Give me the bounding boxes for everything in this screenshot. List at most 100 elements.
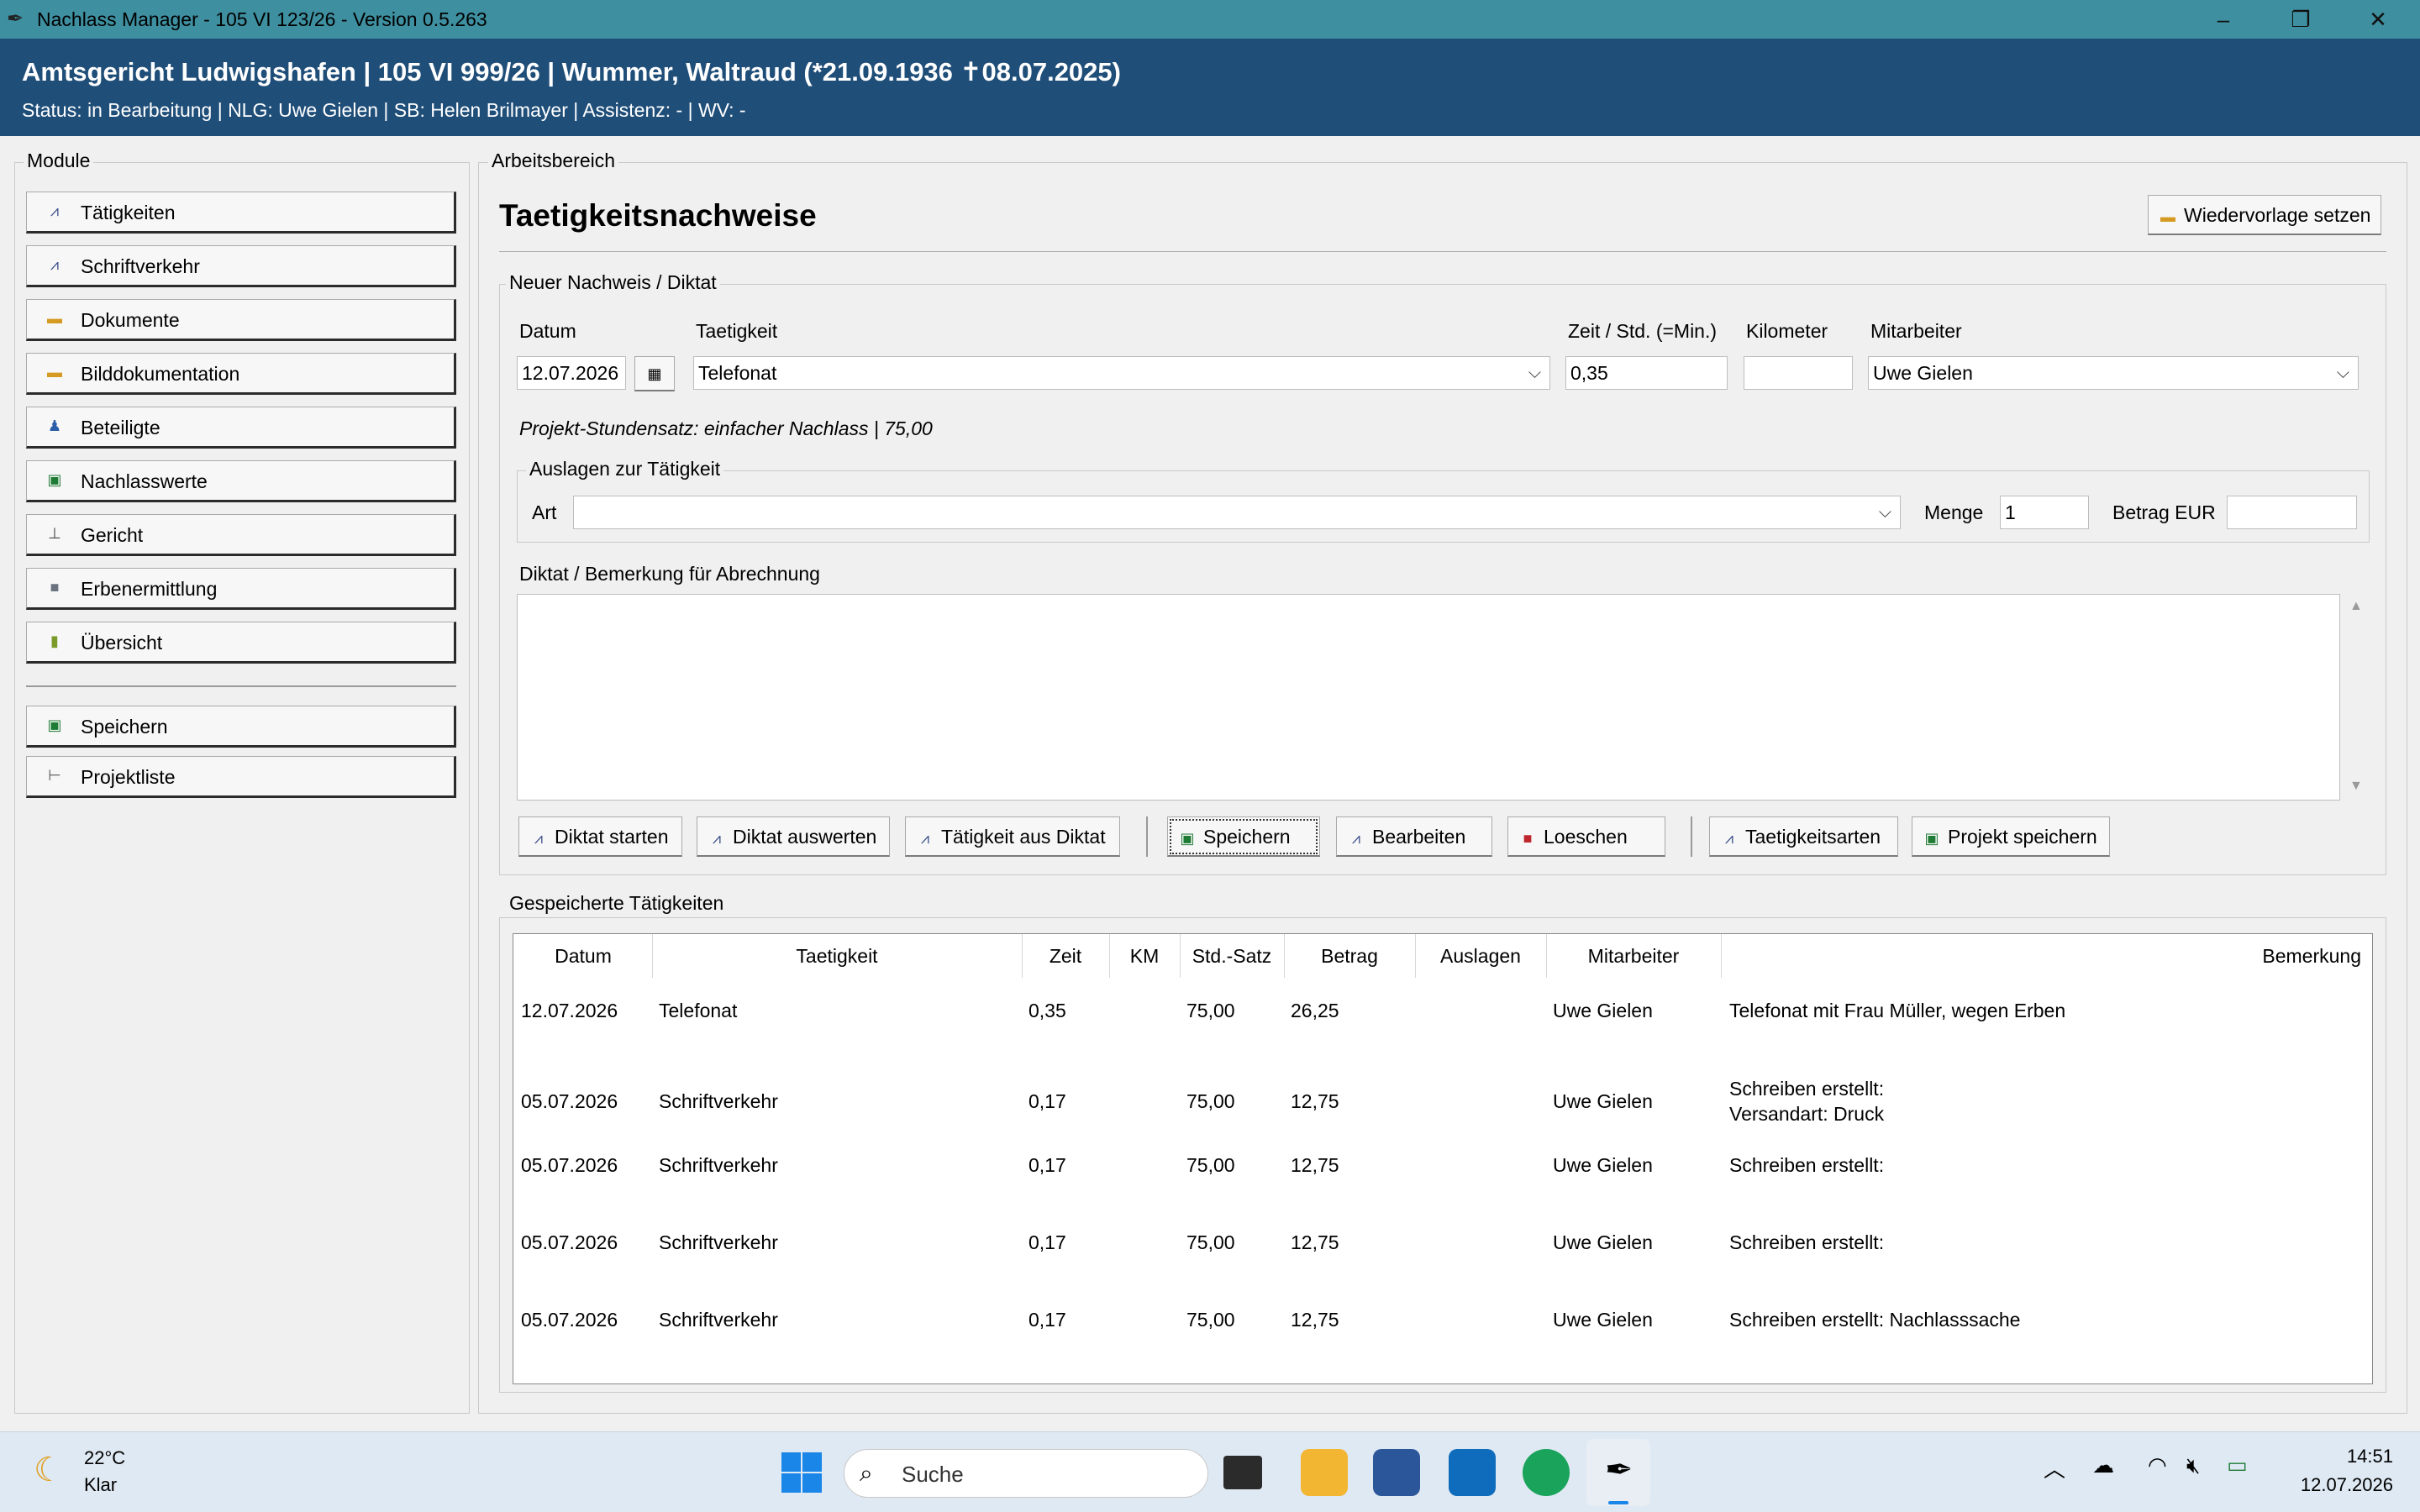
- resubmit-button[interactable]: ▬ Wiedervorlage setzen: [2148, 195, 2381, 235]
- cell-time: 0,35: [1028, 1000, 1066, 1021]
- calendar-button[interactable]: ▦: [634, 356, 675, 391]
- clock-time[interactable]: 14:51: [2339, 1446, 2393, 1467]
- quantity-field[interactable]: 1: [2000, 496, 2089, 529]
- sidebar-projectlist-button[interactable]: ⊢ Projektliste: [26, 756, 456, 798]
- activity-select[interactable]: Telefonat ⌵: [693, 356, 1550, 390]
- outlook-icon[interactable]: [1449, 1449, 1496, 1496]
- column-header-rate[interactable]: Std.-Satz: [1180, 939, 1284, 973]
- cell-rate: 75,00: [1186, 1000, 1235, 1021]
- expenses-group-label: Auslagen zur Tätigkeit: [526, 458, 724, 480]
- chevron-down-icon: ⌵: [2336, 364, 2349, 382]
- speaker-muted-icon[interactable]: 🔇︎: [2186, 1452, 2200, 1479]
- task-view-icon[interactable]: [1223, 1456, 1262, 1489]
- clock-date[interactable]: 12.07.2026: [2287, 1474, 2393, 1496]
- sidebar-item-schriftverkehr[interactable]: ⩘ Schriftverkehr: [26, 245, 456, 287]
- table-row[interactable]: [514, 1063, 2371, 1137]
- activity-from-dictation-button[interactable]: ⩘ Tätigkeit aus Diktat: [905, 816, 1120, 857]
- cloud-icon[interactable]: ☁: [2092, 1452, 2114, 1478]
- expense-type-select[interactable]: ⌵: [573, 496, 1901, 529]
- quill-icon: ✒: [1605, 1452, 1634, 1488]
- employee-select[interactable]: Uwe Gielen ⌵: [1868, 356, 2359, 390]
- close-icon[interactable]: ✕: [2339, 0, 2417, 39]
- table-row[interactable]: [514, 1141, 2371, 1215]
- court-icon: ⊥: [48, 525, 61, 542]
- edit-button[interactable]: ⩘ Bearbeiten: [1336, 816, 1492, 857]
- weather-temperature[interactable]: 22°C: [84, 1447, 125, 1469]
- sidebar-item-gericht[interactable]: ⊥ Gericht: [26, 514, 456, 556]
- modules-group-label: Module: [24, 150, 94, 172]
- square-icon: ■: [50, 579, 60, 596]
- time-field[interactable]: 0,35: [1565, 356, 1728, 390]
- saved-activities-group-label: Gespeicherte Tätigkeiten: [506, 892, 728, 915]
- scroll-up-icon[interactable]: ▲: [2349, 599, 2363, 614]
- date-field[interactable]: 12.07.2026: [517, 356, 626, 390]
- column-header-amount[interactable]: Betrag: [1284, 939, 1415, 973]
- start-dictation-button[interactable]: ⩘ Diktat starten: [518, 816, 682, 857]
- activity-types-button[interactable]: ⩘ Taetigkeitsarten: [1709, 816, 1898, 857]
- sidebar-item-label: Tätigkeiten: [81, 202, 176, 223]
- dictation-scrollbar[interactable]: ▲ ▼: [2344, 594, 2370, 801]
- cell-rate: 75,00: [1186, 1309, 1235, 1331]
- chart-icon: ⩘: [50, 202, 60, 219]
- sidebar-item-übersicht[interactable]: ▮ Übersicht: [26, 622, 456, 664]
- cell-note: Schreiben erstellt:: [1729, 1078, 1885, 1100]
- column-header-activity[interactable]: Taetigkeit: [652, 939, 1022, 973]
- cell-date: 05.07.2026: [521, 1090, 618, 1112]
- delete-button[interactable]: ■ Loeschen: [1507, 816, 1665, 857]
- sidebar-item-dokumente[interactable]: ▬ Dokumente: [26, 299, 456, 341]
- sidebar-item-nachlasswerte[interactable]: ▣ Nachlasswerte: [26, 460, 456, 502]
- button-separator: [1146, 816, 1148, 857]
- list-icon: ⊢: [48, 767, 61, 784]
- chevron-up-icon[interactable]: ︿: [2044, 1452, 2065, 1483]
- column-header-note[interactable]: Bemerkung: [2185, 939, 2361, 973]
- battery-icon[interactable]: ▭: [2227, 1452, 2248, 1478]
- table-row[interactable]: [514, 1295, 2371, 1369]
- column-header-km[interactable]: KM: [1109, 939, 1180, 973]
- cell-amount: 12,75: [1291, 1309, 1339, 1331]
- folder-icon: ▬: [47, 364, 62, 381]
- amount-field[interactable]: [2227, 496, 2357, 529]
- cell-note: Schreiben erstellt: Nachlasssache: [1729, 1309, 2021, 1331]
- save-icon: ▣: [1924, 830, 1939, 847]
- chart-icon: ⩘: [920, 830, 930, 847]
- word-icon[interactable]: [1373, 1449, 1420, 1496]
- taskbar-search[interactable]: ⌕ Suche: [844, 1449, 1208, 1498]
- sidebar-item-label: Nachlasswerte: [81, 470, 208, 492]
- save-icon: ▣: [1180, 830, 1195, 847]
- column-header-expenses[interactable]: Auslagen: [1415, 939, 1546, 973]
- weather-condition[interactable]: Klar: [84, 1474, 117, 1496]
- windows-start-icon[interactable]: [778, 1449, 825, 1496]
- table-row[interactable]: [514, 986, 2371, 1060]
- scroll-down-icon[interactable]: ▼: [2349, 779, 2363, 794]
- restore-icon[interactable]: ❐: [2262, 0, 2339, 39]
- table-row[interactable]: [514, 1218, 2371, 1292]
- date-label: Datum: [519, 320, 576, 342]
- column-header-time[interactable]: Zeit: [1022, 939, 1109, 973]
- save-button[interactable]: ▣ Speichern: [1167, 816, 1320, 857]
- edge-icon[interactable]: [1523, 1449, 1570, 1496]
- dictation-textarea[interactable]: [517, 594, 2340, 801]
- save-project-button[interactable]: ▣ Projekt speichern: [1912, 816, 2110, 857]
- sidebar-item-tätigkeiten[interactable]: ⩘ Tätigkeiten: [26, 192, 456, 234]
- case-title: Amtsgericht Ludwigshafen | 105 VI 999/26…: [22, 57, 1121, 87]
- sidebar-item-erbenermittlung[interactable]: ■ Erbenermittlung: [26, 568, 456, 610]
- column-header-employee[interactable]: Mitarbeiter: [1546, 939, 1721, 973]
- sidebar-save-button[interactable]: ▣ Speichern: [26, 706, 456, 748]
- quantity-label: Menge: [1924, 501, 1984, 523]
- expense-type-label: Art: [532, 501, 557, 523]
- wifi-icon[interactable]: ◠: [2148, 1452, 2167, 1478]
- nachlass-manager-taskbar-button[interactable]: ✒: [1586, 1439, 1650, 1506]
- column-header-date[interactable]: Datum: [514, 939, 652, 973]
- sidebar-item-bilddokumentation[interactable]: ▬ Bilddokumentation: [26, 353, 456, 395]
- sidebar-item-beteiligte[interactable]: ♟ Beteiligte: [26, 407, 456, 449]
- km-label: Kilometer: [1746, 320, 1828, 342]
- moon-weather-icon[interactable]: ☾: [34, 1451, 64, 1489]
- km-field[interactable]: [1744, 356, 1853, 390]
- save-icon: ▣: [47, 717, 62, 733]
- file-explorer-icon[interactable]: [1301, 1449, 1348, 1496]
- evaluate-dictation-button[interactable]: ⩘ Diktat auswerten: [697, 816, 890, 857]
- cell-note-line2: Versandart: Druck: [1729, 1103, 1885, 1125]
- column-separator: [1415, 934, 1416, 978]
- cell-amount: 12,75: [1291, 1154, 1339, 1176]
- minimize-icon[interactable]: –: [2185, 0, 2262, 39]
